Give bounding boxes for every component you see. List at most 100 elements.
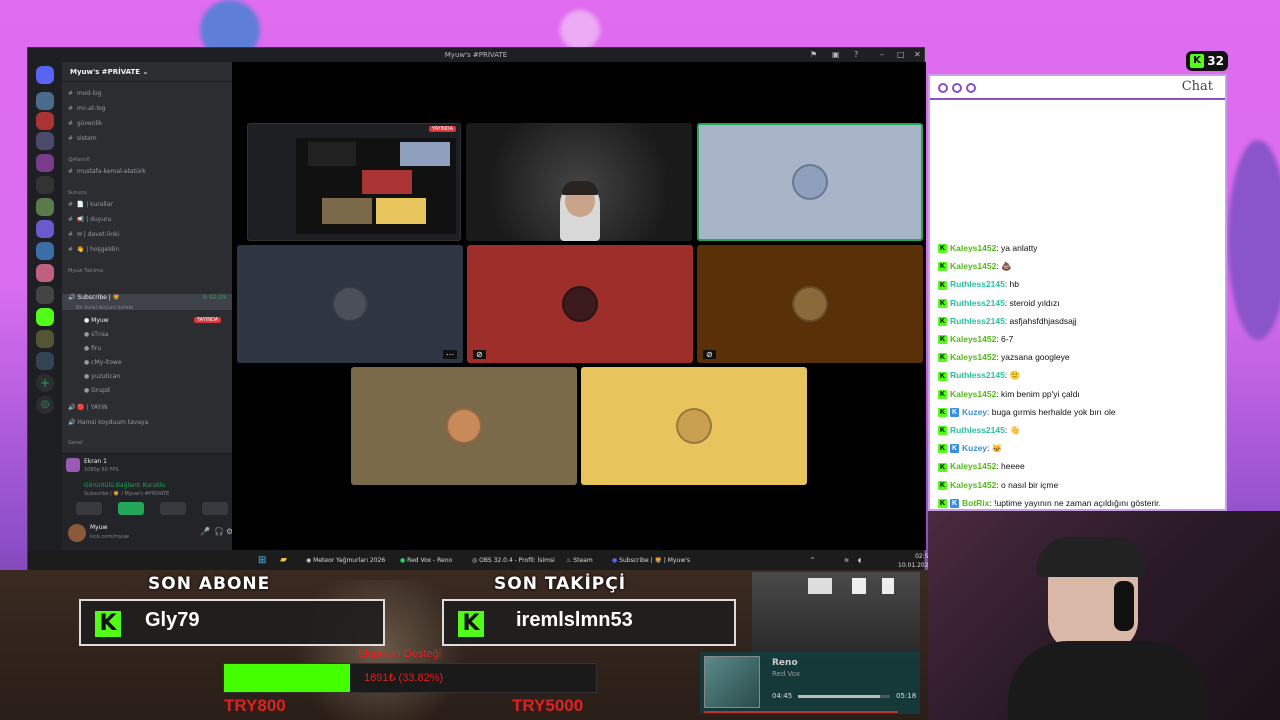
- voice-user[interactable]: ● Myuw: [84, 317, 109, 324]
- chat-username[interactable]: Ruthless2145: [950, 370, 1005, 380]
- headphones-icon[interactable]: 🎧: [214, 527, 224, 536]
- channel-sistem[interactable]: # sistem: [68, 135, 97, 142]
- channel-guvenlik[interactable]: # güvenlik: [68, 120, 102, 127]
- chat-username[interactable]: Ruthless2145: [950, 425, 1005, 435]
- chat-username[interactable]: Kaleys1452: [950, 352, 996, 362]
- server-icon[interactable]: [36, 92, 54, 110]
- maximize-button[interactable]: □: [897, 48, 905, 62]
- folder-icon[interactable]: ▰: [280, 550, 287, 571]
- server-name: Myuw's #PRİVATE: [70, 68, 141, 76]
- taskbar-item[interactable]: ◎ OBS 32.0.4 - Profil: İsimsi: [472, 550, 555, 571]
- server-icon[interactable]: [36, 220, 54, 238]
- chat-message: K Kaleys1452: 💩: [938, 261, 1012, 272]
- voice-user[interactable]: ● sTnsa: [84, 331, 109, 338]
- taskbar-item[interactable]: ◉ Meteor Yağmurları 2026: [306, 550, 385, 571]
- inbox-icon[interactable]: ▣: [832, 48, 840, 62]
- add-server-icon[interactable]: +: [36, 374, 54, 392]
- minimize-button[interactable]: –: [880, 48, 884, 62]
- close-button[interactable]: ✕: [914, 48, 921, 62]
- voice-user[interactable]: ● cMy-itowe: [84, 359, 122, 366]
- camera-tile[interactable]: [466, 123, 692, 241]
- server-icon[interactable]: [36, 264, 54, 282]
- category-myuw[interactable]: Myuw Takılma: [68, 268, 103, 274]
- help-icon[interactable]: ?: [854, 48, 858, 62]
- server-icon[interactable]: [36, 242, 54, 260]
- share-screen-button[interactable]: [118, 502, 144, 515]
- chat-username[interactable]: Ruthless2145: [950, 279, 1005, 289]
- server-icon[interactable]: [36, 132, 54, 150]
- voice-user[interactable]: ● firu: [84, 345, 101, 352]
- window-title: Myuw's #PRİVATE: [444, 51, 508, 59]
- server-icon[interactable]: [36, 154, 54, 172]
- muted-mic-icon: ⊘: [473, 350, 486, 359]
- chat-username[interactable]: Kaleys1452: [950, 480, 996, 490]
- chat-text: : !uptime yayının ne zaman açıldığını gö…: [989, 497, 1161, 508]
- category-label: Genel: [68, 440, 83, 446]
- chat-username[interactable]: Kuzey: [962, 407, 987, 417]
- kick-server-icon[interactable]: [36, 308, 54, 326]
- discord-home-icon[interactable]: [36, 66, 54, 84]
- activities-button[interactable]: [160, 502, 186, 515]
- screen-share-tile[interactable]: YAYINDA: [247, 123, 461, 241]
- soundboard-button[interactable]: [202, 502, 228, 515]
- server-icon[interactable]: [36, 352, 54, 370]
- participant-tile[interactable]: [581, 367, 807, 485]
- chat-username[interactable]: Kaleys1452: [950, 461, 996, 471]
- channel-yayin[interactable]: 🔊 🔴 | YAYIN: [68, 404, 107, 411]
- channel-duyuru[interactable]: # 📢 | duyuru: [68, 216, 111, 223]
- more-icon[interactable]: ⋯: [443, 350, 457, 359]
- channel-kurallar[interactable]: # 📄 | kurallar: [68, 201, 113, 208]
- channel-mod-log[interactable]: # mod-log: [68, 90, 101, 97]
- taskbar-item[interactable]: ♨ Steam: [566, 550, 593, 571]
- chat-message: K Kaleys1452: kim benim pp'yi çaldı: [938, 389, 1080, 399]
- explore-icon[interactable]: ◎: [36, 396, 54, 414]
- server-icon[interactable]: [36, 176, 54, 194]
- channel-mc-at-log[interactable]: # mc-at-log: [68, 105, 106, 112]
- participant-tile[interactable]: ⋯: [237, 245, 463, 363]
- voice-user[interactable]: ● yuzutican: [84, 373, 120, 380]
- category-sunucu[interactable]: Sunucu: [68, 190, 87, 196]
- channel-hosgeldin[interactable]: # 👋 | hoşgeldin: [68, 246, 119, 253]
- taskbar-item[interactable]: ● Red Vox - Reno: [400, 550, 452, 571]
- participant-tile[interactable]: ⊘: [467, 245, 693, 363]
- category-genel[interactable]: Genel: [68, 440, 83, 446]
- goal-progress-bar: 1691₺ (33.82%): [223, 663, 597, 693]
- volume-icon[interactable]: ◖: [858, 550, 861, 571]
- mic-icon[interactable]: 🎤: [200, 527, 210, 536]
- voice-user-name: Myuw: [91, 317, 109, 324]
- participant-tile[interactable]: ⊘: [697, 245, 923, 363]
- server-icon[interactable]: [36, 286, 54, 304]
- avatar[interactable]: [68, 524, 86, 542]
- chat-username[interactable]: Kaleys1452: [950, 261, 996, 271]
- channel-davet[interactable]: # ✉ | davet-linki: [68, 231, 119, 238]
- chat-username[interactable]: Kaleys1452: [950, 243, 996, 253]
- server-icon[interactable]: [36, 198, 54, 216]
- taskbar-item[interactable]: ● Subscribe | 🦁 | Myuw's: [612, 550, 690, 571]
- camera-button[interactable]: [76, 502, 102, 515]
- participant-tile[interactable]: [351, 367, 577, 485]
- channel-mustafa-kemal[interactable]: # mustafa-kemal-atatürk: [68, 168, 146, 175]
- windows-start-icon[interactable]: ⊞: [258, 550, 266, 571]
- badge-icon: K: [950, 444, 959, 454]
- chat-username[interactable]: Ruthless2145: [950, 316, 1005, 326]
- category-alem[interactable]: @Alem©: [68, 157, 91, 163]
- tray-chevron-icon[interactable]: ^: [810, 550, 815, 571]
- flag-icon[interactable]: ⚑: [810, 48, 817, 62]
- chat-username[interactable]: BotRix: [962, 498, 989, 508]
- chat-username[interactable]: Kaleys1452: [950, 389, 996, 399]
- spotify-icon: ●: [400, 557, 406, 564]
- channel-hamsi[interactable]: 🔊 Hamsi koyduum tavaya: [68, 419, 148, 426]
- goal-max: TRY5000: [512, 696, 584, 715]
- chat-username[interactable]: Ruthless2145: [950, 298, 1005, 308]
- last-sub-box: K Gly79: [79, 599, 385, 646]
- chat-username[interactable]: Kuzey: [962, 443, 987, 453]
- participant-tile[interactable]: [697, 123, 923, 241]
- server-header[interactable]: Myuw's #PRİVATE ⌄: [62, 62, 232, 82]
- server-icon[interactable]: [36, 112, 54, 130]
- avatar: [792, 164, 828, 200]
- voice-user[interactable]: ● Grupd: [84, 387, 110, 394]
- server-icon[interactable]: [36, 330, 54, 348]
- wifi-icon[interactable]: ≋: [844, 550, 849, 571]
- chat-username[interactable]: Kaleys1452: [950, 334, 996, 344]
- goal-progress-text: 1691₺ (33.82%): [364, 672, 444, 684]
